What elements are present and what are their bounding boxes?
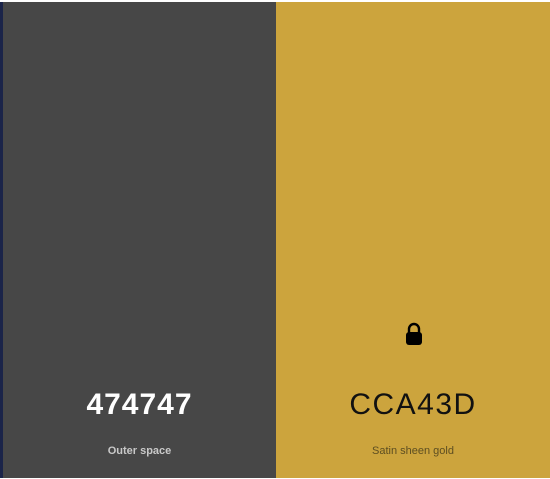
lock-icon[interactable] <box>404 322 424 346</box>
hex-code[interactable]: 474747 <box>3 387 276 423</box>
color-swatch-outer-space[interactable]: 474747 Outer space <box>3 2 276 478</box>
color-swatch-satin-sheen-gold[interactable]: CCA43D Satin sheen gold <box>276 2 550 478</box>
top-edge <box>0 0 550 2</box>
color-name: Satin sheen gold <box>372 445 454 457</box>
palette-view: 474747 Outer space CCA43D Satin sheen go… <box>0 0 550 479</box>
color-name: Outer space <box>107 445 172 457</box>
left-edge-divider <box>0 0 3 479</box>
hex-code[interactable]: CCA43D <box>276 387 550 423</box>
